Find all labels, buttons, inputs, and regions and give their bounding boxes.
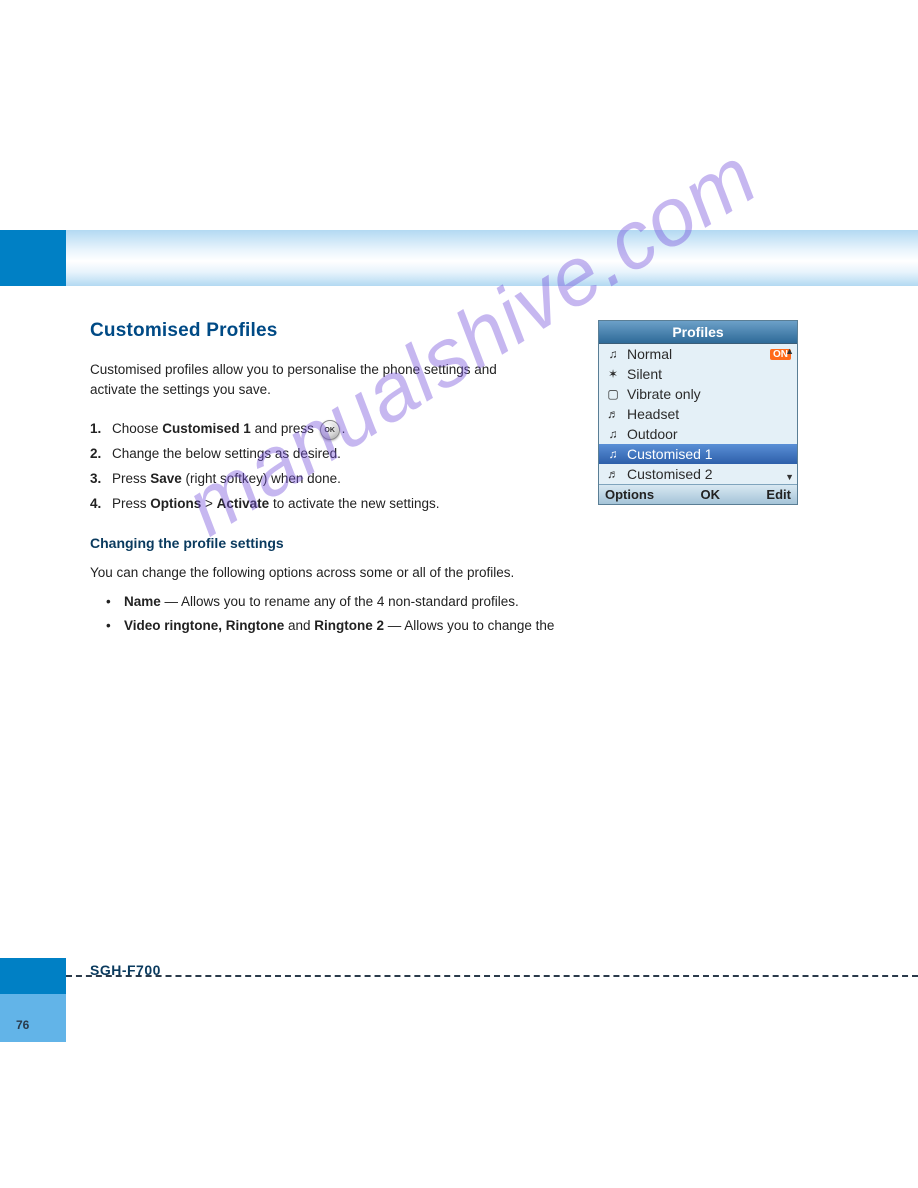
scroll-down-arrow-icon: ▼	[785, 472, 794, 482]
step-1: 1. Choose Customised 1 and press OK.	[90, 419, 510, 440]
vibrate-icon: ▢	[605, 387, 621, 401]
footer-dashed-rule	[66, 975, 918, 977]
phone-item-silent: ✶ Silent	[599, 364, 797, 384]
steps-list: 1. Choose Customised 1 and press OK. 2. …	[90, 419, 510, 515]
bullet-dot: •	[106, 592, 114, 613]
section-intro: Customised profiles allow you to persona…	[90, 360, 510, 399]
phone-item-label: Vibrate only	[627, 386, 701, 402]
music-note-icon: ♫	[605, 447, 621, 461]
ok-button-icon: OK	[320, 420, 340, 440]
step-text: Change the below settings as desired.	[112, 444, 341, 465]
subsection-intro: You can change the following options acr…	[90, 563, 770, 583]
step-text: Press Options > Activate to activate the…	[112, 494, 440, 515]
phone-item-label: Headset	[627, 406, 679, 422]
footer-accent-block-light	[0, 994, 66, 1042]
phone-item-normal: ♫ Normal ON	[599, 344, 797, 364]
phone-item-outdoor: ♫ Outdoor	[599, 424, 797, 444]
step-text: Choose Customised 1 and press OK.	[112, 419, 345, 440]
phone-title-bar: Profiles	[599, 321, 797, 344]
bullet-dot: •	[106, 616, 114, 637]
phone-profiles-list: ▲ ♫ Normal ON ✶ Silent ▢ Vibrate only ♬ …	[599, 344, 797, 484]
phone-item-vibrate: ▢ Vibrate only	[599, 384, 797, 404]
step-number: 2.	[90, 444, 104, 465]
header-accent-block	[0, 230, 66, 286]
phone-item-customised-2: ♬ Customised 2	[599, 464, 797, 484]
step-2: 2. Change the below settings as desired.	[90, 444, 510, 465]
step-text: Press Save (right softkey) when done.	[112, 469, 341, 490]
subsection-title: Changing the profile settings	[90, 535, 878, 551]
phone-item-label: Outdoor	[627, 426, 678, 442]
phone-item-label: Normal	[627, 346, 672, 362]
step-number: 4.	[90, 494, 104, 515]
headset-icon: ♬	[605, 407, 621, 421]
softkey-left: Options	[605, 487, 654, 502]
phone-screenshot: Profiles ▲ ♫ Normal ON ✶ Silent ▢ Vibrat…	[598, 320, 798, 505]
footer-accent-block	[0, 958, 66, 994]
bullet-item: • Name — Allows you to rename any of the…	[106, 592, 786, 613]
main-content: Customised Profiles Customised profiles …	[90, 320, 878, 640]
header-gradient-bar	[0, 230, 918, 286]
page-number: 76	[16, 1018, 29, 1032]
music-note-icon: ♫	[605, 347, 621, 361]
step-number: 1.	[90, 419, 104, 440]
bullet-item: • Video ringtone, Ringtone and Ringtone …	[106, 616, 786, 637]
phone-item-customised-1: ♫ Customised 1	[599, 444, 797, 464]
bullet-list: • Name — Allows you to rename any of the…	[106, 592, 786, 637]
step-3: 3. Press Save (right softkey) when done.	[90, 469, 510, 490]
phone-softkey-bar: Options OK Edit	[599, 484, 797, 504]
step-4: 4. Press Options > Activate to activate …	[90, 494, 510, 515]
footer-model-label: SGH-F700	[90, 962, 161, 978]
silent-icon: ✶	[605, 367, 621, 381]
bullet-text: Name — Allows you to rename any of the 4…	[124, 592, 519, 613]
phone-item-label: Silent	[627, 366, 662, 382]
phone-item-label: Customised 1	[627, 446, 713, 462]
phone-item-headset: ♬ Headset	[599, 404, 797, 424]
scroll-up-arrow-icon: ▲	[785, 346, 794, 356]
music-note-icon: ♫	[605, 427, 621, 441]
phone-item-label: Customised 2	[627, 466, 713, 482]
softkey-right: Edit	[766, 487, 791, 502]
bullet-text: Video ringtone, Ringtone and Ringtone 2 …	[124, 616, 554, 637]
music-notes-icon: ♬	[605, 467, 621, 481]
softkey-center: OK	[701, 487, 721, 502]
step-number: 3.	[90, 469, 104, 490]
